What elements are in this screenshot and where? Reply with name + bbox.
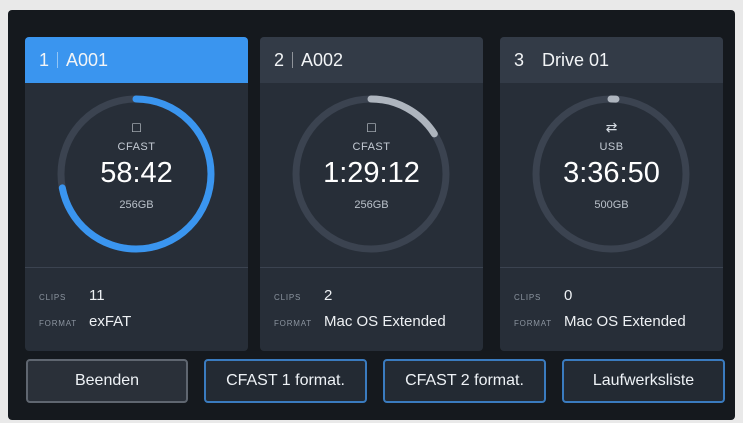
- slot-card-2[interactable]: 2 A002 □ CFAST 1:29:12 256GB CLIPS 2 FOR…: [260, 37, 483, 351]
- clips-label: CLIPS: [274, 293, 302, 302]
- slot-card-1[interactable]: 1 A001 □ CFAST 58:42 256GB CLIPS 11 FORM…: [25, 37, 248, 351]
- divider: [25, 267, 248, 268]
- format-cfast1-button[interactable]: CFAST 1 format.: [204, 359, 367, 403]
- capacity: 256GB: [119, 199, 154, 211]
- remaining-time: 1:29:12: [323, 157, 420, 189]
- quit-button[interactable]: Beenden: [26, 359, 188, 403]
- remaining-time-gauge: □ CFAST 1:29:12 256GB: [260, 83, 483, 266]
- format-row: FORMAT Mac OS Extended: [274, 313, 446, 330]
- remaining-time-gauge: ⇄ USB 3:36:50 500GB: [500, 83, 723, 266]
- header-separator: [57, 52, 59, 68]
- slot-number: 2: [274, 49, 285, 70]
- card-name: A002: [301, 49, 344, 70]
- cfast-card-icon: □: [367, 119, 376, 135]
- capacity: 256GB: [354, 199, 389, 211]
- slot-card-3[interactable]: 3 Drive 01 ⇄ USB 3:36:50 500GB CLIPS 0 F…: [500, 37, 723, 351]
- slot-header: 3 Drive 01: [500, 37, 723, 83]
- remaining-time: 3:36:50: [563, 157, 660, 189]
- clips-row: CLIPS 2: [274, 287, 332, 304]
- media-type: USB: [599, 141, 624, 153]
- format-value: Mac OS Extended: [564, 313, 686, 330]
- slot-number: 1: [39, 49, 50, 70]
- clips-row: CLIPS 11: [39, 287, 105, 304]
- card-name: Drive 01: [542, 49, 610, 70]
- format-label: FORMAT: [274, 319, 312, 328]
- card-name: A001: [66, 49, 109, 70]
- clips-label: CLIPS: [514, 293, 542, 302]
- divider: [260, 267, 483, 268]
- media-type: CFAST: [117, 141, 156, 153]
- format-value: exFAT: [89, 313, 132, 330]
- slot-header: 2 A002: [260, 37, 483, 83]
- media-type: CFAST: [352, 141, 391, 153]
- drive-list-button[interactable]: Laufwerksliste: [562, 359, 725, 403]
- usb-icon: ⇄: [605, 119, 618, 135]
- format-value: Mac OS Extended: [324, 313, 446, 330]
- header-separator: [292, 52, 294, 68]
- slot-header: 1 A001: [25, 37, 248, 83]
- format-row: FORMAT Mac OS Extended: [514, 313, 686, 330]
- cfast-card-icon: □: [132, 119, 141, 135]
- media-screen: 1 A001 □ CFAST 58:42 256GB CLIPS 11 FORM…: [8, 10, 735, 420]
- remaining-time: 58:42: [100, 157, 173, 189]
- format-label: FORMAT: [514, 319, 552, 328]
- divider: [500, 267, 723, 268]
- clips-count: 0: [564, 287, 573, 304]
- clips-row: CLIPS 0: [514, 287, 572, 304]
- remaining-time-gauge: □ CFAST 58:42 256GB: [25, 83, 248, 266]
- clips-count: 11: [89, 287, 105, 304]
- slot-number: 3: [514, 49, 525, 70]
- clips-count: 2: [324, 287, 333, 304]
- capacity: 500GB: [594, 199, 629, 211]
- format-label: FORMAT: [39, 319, 77, 328]
- format-cfast2-button[interactable]: CFAST 2 format.: [383, 359, 546, 403]
- clips-label: CLIPS: [39, 293, 67, 302]
- format-row: FORMAT exFAT: [39, 313, 131, 330]
